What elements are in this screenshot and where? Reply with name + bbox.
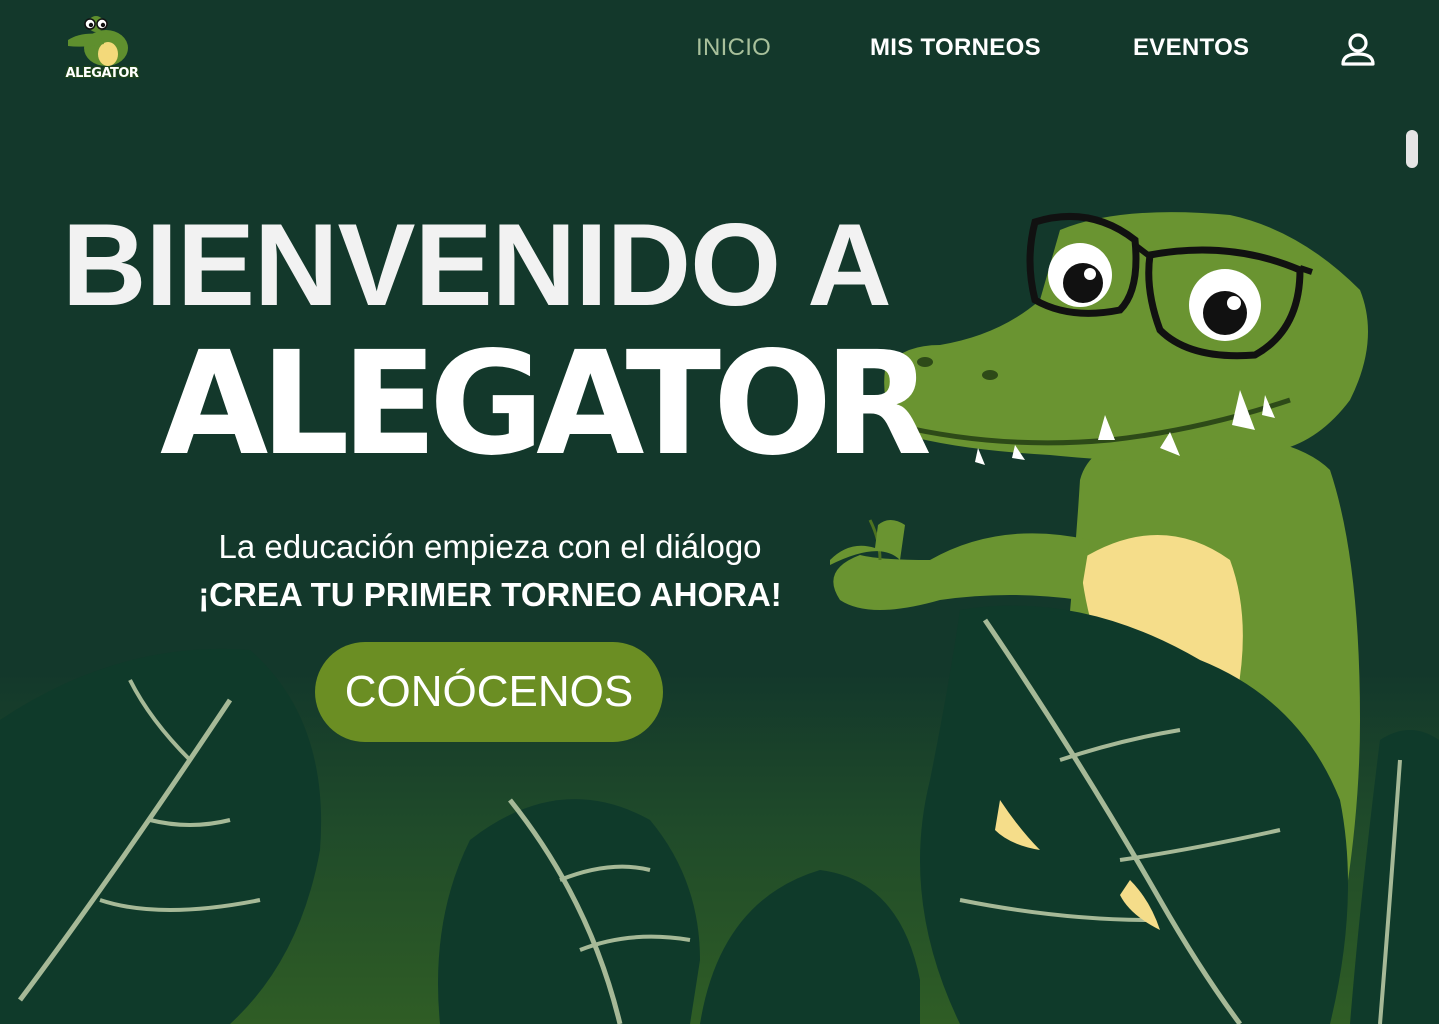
hero-title-line1: BIENVENIDO A — [62, 199, 892, 330]
jungle-crocodile-illustration — [0, 212, 1439, 1024]
hero-cta-text: ¡CREA TU PRIMER TORNEO AHORA! — [198, 576, 782, 613]
leaf-mid-icon — [700, 870, 920, 1024]
leaf-right-edge-icon — [1350, 730, 1439, 1024]
scrollbar-thumb[interactable] — [1406, 130, 1418, 168]
hero-title-brand: ALEGATOR — [160, 321, 932, 488]
leaf-center-icon — [438, 798, 700, 1024]
leaf-left-icon — [0, 648, 322, 1024]
hero-subtitle: La educación empieza con el diálogo — [218, 528, 762, 565]
conocenos-button[interactable]: CONÓCENOS — [315, 642, 663, 742]
